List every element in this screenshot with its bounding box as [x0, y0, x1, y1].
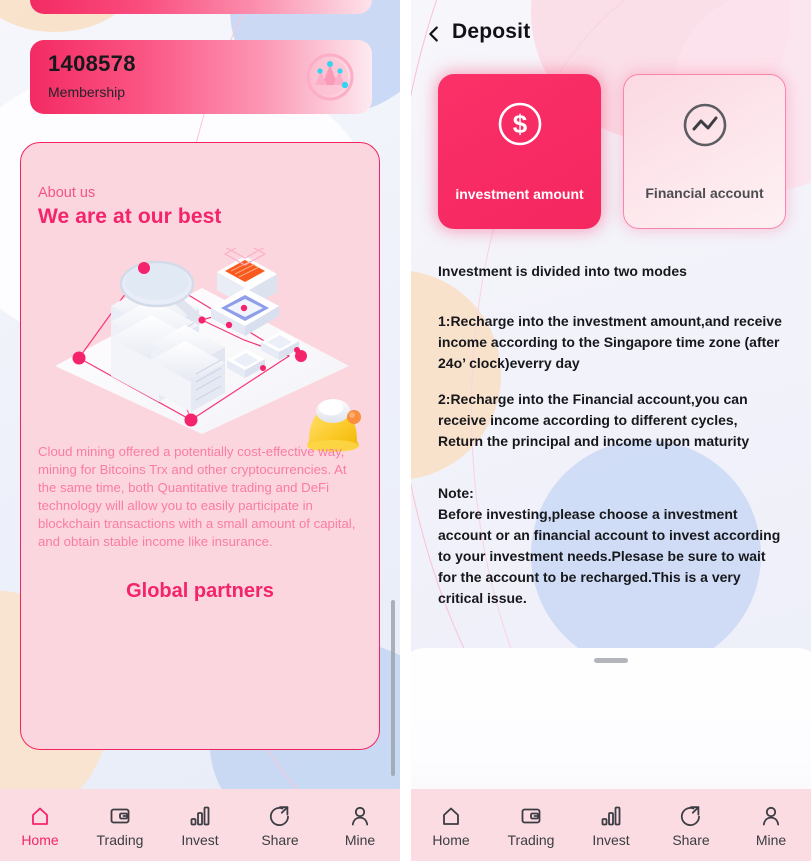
nav-item-share[interactable]: Share [658, 803, 724, 848]
about-us-body: Cloud mining offered a potentially cost-… [38, 444, 356, 549]
nav-item-home[interactable]: Home [418, 803, 484, 848]
panel-divider [400, 0, 411, 861]
nav-label-mine: Mine [755, 831, 787, 848]
nav-label-trading: Trading [96, 831, 144, 848]
bottom-navigation-right: Home Trading Invest Share Mine [411, 789, 811, 861]
share-icon [679, 803, 703, 829]
global-partners-title: Global partners [126, 580, 274, 602]
deposit-mode-selector: $ investment amount Financial account [438, 74, 786, 234]
nav-item-trading[interactable]: Trading [87, 803, 153, 848]
deposit-heading: Investment is divided into two modes [438, 263, 687, 279]
bottom-navigation-left: Home Trading Invest Share Mine [0, 789, 400, 861]
wallet-icon [519, 803, 543, 829]
nav-item-invest[interactable]: Invest [167, 803, 233, 848]
bar-chart-icon [188, 803, 212, 829]
nav-label-trading: Trading [507, 831, 555, 848]
home-icon [439, 803, 463, 829]
svg-text:$: $ [512, 109, 527, 139]
mode-label-financial-account: Financial account [645, 185, 764, 201]
nav-label-home: Home [432, 831, 470, 848]
deposit-header: Deposit [411, 16, 811, 58]
chevron-left-icon [429, 26, 438, 42]
back-button[interactable] [419, 19, 449, 49]
nav-label-mine: Mine [344, 831, 376, 848]
bar-chart-icon [599, 803, 623, 829]
drag-handle-icon[interactable] [594, 658, 628, 663]
nav-item-mine[interactable]: Mine [327, 803, 393, 848]
left-panel-home-screen: 1408578 Membership About us We are at ou… [0, 0, 400, 861]
about-us-card: About us We are at our best Cloud mining… [20, 142, 380, 750]
nav-item-mine[interactable]: Mine [738, 803, 804, 848]
app-screenshot: 1408578 Membership About us We are at ou… [0, 0, 811, 861]
nav-label-share: Share [672, 831, 710, 848]
mode-card-financial-account[interactable]: Financial account [623, 74, 786, 229]
wallet-icon [108, 803, 132, 829]
nav-item-home[interactable]: Home [7, 803, 73, 848]
deposit-paragraph-1: 1:Recharge into the investment amount,an… [438, 313, 782, 371]
deposit-description: Investment is divided into two modes 1:R… [438, 262, 786, 609]
nav-item-invest[interactable]: Invest [578, 803, 644, 848]
nav-item-trading[interactable]: Trading [498, 803, 564, 848]
about-us-title: We are at our best [38, 205, 222, 228]
nav-item-share[interactable]: Share [247, 803, 313, 848]
dollar-circle-icon: $ [438, 100, 601, 148]
partially-visible-card-above[interactable] [30, 0, 372, 14]
nav-label-invest: Invest [181, 831, 219, 848]
page-title: Deposit [452, 20, 531, 43]
trend-line-circle-icon [624, 101, 785, 149]
deposit-paragraph-2: 2:Recharge into the Financial account,yo… [438, 391, 750, 449]
home-icon [28, 803, 52, 829]
bottom-sheet-panel[interactable] [411, 648, 811, 808]
user-icon [759, 803, 783, 829]
deposit-note-body: Before investing,please choose a investm… [438, 506, 781, 606]
mode-card-investment-amount[interactable]: $ investment amount [438, 74, 601, 229]
nav-label-share: Share [261, 831, 299, 848]
nav-label-invest: Invest [592, 831, 630, 848]
membership-card[interactable]: 1408578 Membership [30, 40, 372, 114]
deposit-note-title: Note: [438, 485, 474, 501]
membership-badge-icon [306, 53, 354, 101]
membership-label: Membership [48, 84, 126, 100]
user-icon [348, 803, 372, 829]
nav-label-home: Home [21, 831, 59, 848]
scrollbar-thumb[interactable] [391, 600, 395, 776]
copy-spacer [438, 467, 786, 483]
mode-label-investment-amount: investment amount [455, 186, 584, 202]
membership-number: 1408578 [48, 51, 136, 76]
about-us-kicker: About us [38, 185, 96, 201]
right-panel-deposit-screen: Deposit $ investment amount Financial ac… [411, 0, 811, 861]
share-icon [268, 803, 292, 829]
